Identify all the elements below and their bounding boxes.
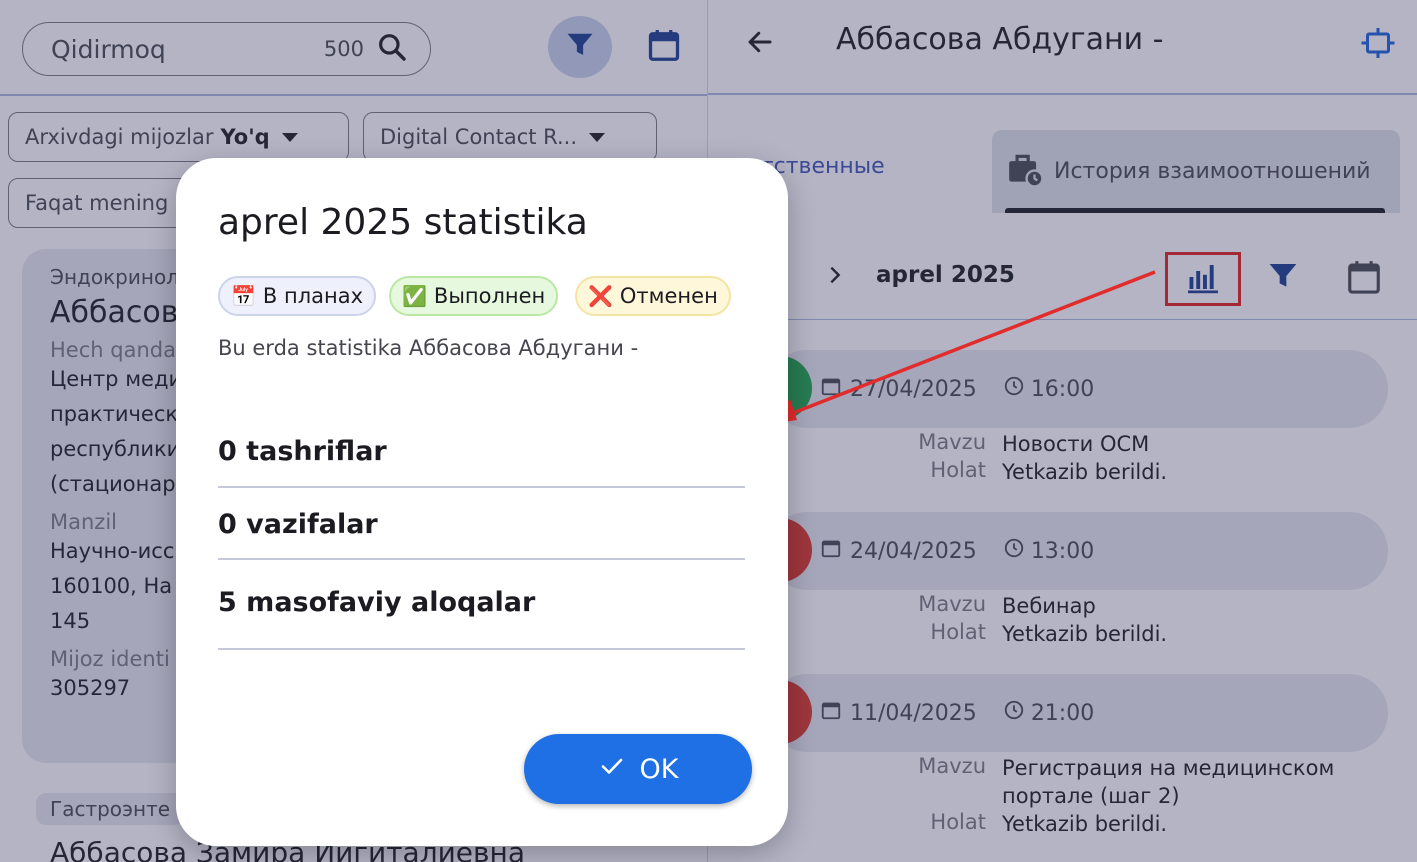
ok-button[interactable]: OK	[524, 734, 752, 804]
legend-label: Выполнен	[433, 284, 546, 308]
cross-mark-emoji-icon: ❌	[588, 284, 613, 308]
legend-planned: 📅 В планах	[218, 276, 377, 316]
calendar-emoji-icon: 📅	[231, 284, 256, 308]
ok-label: OK	[639, 753, 679, 785]
divider	[218, 648, 745, 650]
stat-tasks: 0 vazifalar	[218, 509, 378, 540]
check-icon	[598, 754, 626, 785]
dialog-title: aprel 2025 statistika	[218, 202, 588, 243]
legend-completed: ✅ Выполнен	[389, 276, 559, 316]
divider	[218, 558, 745, 560]
statistics-dialog: aprel 2025 statistika 📅 В планах ✅ Выпол…	[176, 158, 788, 846]
legend-label: В планах	[262, 284, 364, 308]
legend-label: Отменен	[619, 284, 718, 308]
legend-cancelled: ❌ Отменен	[575, 276, 731, 316]
stat-visits: 0 tashriflar	[218, 436, 387, 467]
divider	[218, 486, 745, 488]
check-mark-emoji-icon: ✅	[402, 284, 427, 308]
dialog-subtitle: Bu erda statistika Аббасова Абдугани -	[218, 336, 639, 360]
stat-remote-contacts: 5 masofaviy aloqalar	[218, 587, 536, 618]
